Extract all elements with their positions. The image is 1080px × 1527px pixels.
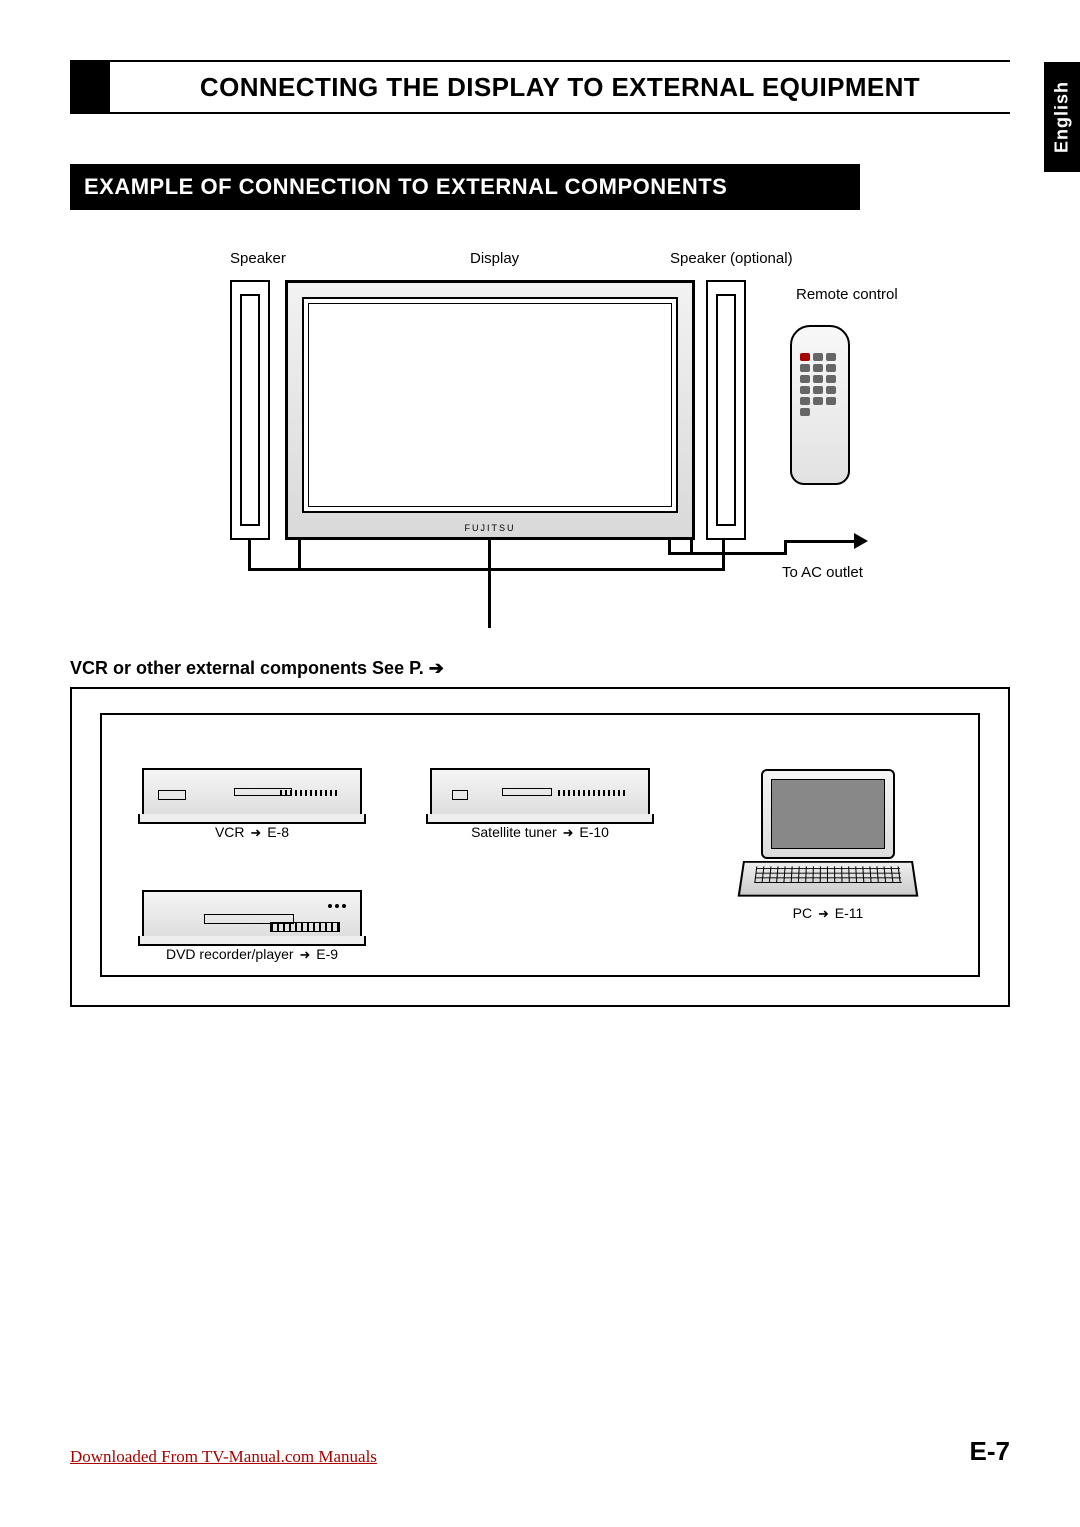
connection-diagram: Speaker Display Speaker (optional) Remot… (70, 250, 1010, 630)
arrow-right-icon (816, 905, 831, 921)
satellite-tuner-icon (430, 768, 650, 818)
display-icon: FUJITSU (285, 280, 695, 540)
title-accent-block (70, 60, 110, 114)
wire (784, 540, 854, 543)
label-speaker-left: Speaker (230, 250, 286, 268)
vcr-label: VCR E-8 (215, 824, 289, 841)
pc-label-text: PC (793, 905, 812, 921)
speaker-left-icon (230, 280, 270, 540)
download-link[interactable]: Downloaded From TV-Manual.com Manuals (70, 1447, 377, 1467)
component-vcr: VCR E-8 (120, 727, 384, 841)
label-display: Display (470, 250, 519, 268)
dvd-page-ref: E-9 (316, 946, 338, 962)
wire (248, 540, 251, 570)
display-brand: FUJITSU (465, 523, 516, 533)
wire (668, 552, 786, 555)
arrow-right-icon (854, 533, 868, 549)
manual-page: CONNECTING THE DISPLAY TO EXTERNAL EQUIP… (0, 0, 1080, 1527)
speaker-right-icon (706, 280, 746, 540)
empty-cell (408, 849, 672, 963)
satellite-page-ref: E-10 (579, 824, 609, 840)
wire (488, 540, 491, 570)
page-title-row: CONNECTING THE DISPLAY TO EXTERNAL EQUIP… (70, 60, 1010, 114)
satellite-label-text: Satellite tuner (471, 824, 557, 840)
dvd-player-icon (142, 890, 362, 940)
wire (298, 540, 301, 570)
vcr-page-ref: E-8 (267, 824, 289, 840)
components-heading: VCR or other external components See P. … (70, 658, 1010, 679)
wire (248, 568, 725, 571)
component-satellite: Satellite tuner E-10 (408, 727, 672, 841)
wire (488, 568, 491, 628)
components-grid: VCR E-8 Satellite tuner E-10 (100, 713, 980, 977)
label-ac-outlet: To AC outlet (782, 564, 863, 582)
dvd-label: DVD recorder/player E-9 (166, 946, 338, 963)
vcr-label-text: VCR (215, 824, 245, 840)
page-title: CONNECTING THE DISPLAY TO EXTERNAL EQUIP… (110, 60, 1010, 114)
page-footer: Downloaded From TV-Manual.com Manuals E-… (70, 1436, 1010, 1467)
label-remote: Remote control (796, 286, 898, 304)
satellite-label: Satellite tuner E-10 (471, 824, 609, 841)
component-pc: PC E-11 (696, 727, 960, 963)
components-frame: VCR E-8 Satellite tuner E-10 (70, 687, 1010, 1007)
arrow-right-icon (297, 946, 312, 962)
vcr-icon (142, 768, 362, 818)
label-speaker-right: Speaker (optional) (670, 250, 793, 268)
dvd-label-text: DVD recorder/player (166, 946, 294, 962)
arrow-right-icon (248, 824, 263, 840)
language-tab: English (1044, 62, 1080, 172)
component-dvd: DVD recorder/player E-9 (120, 849, 384, 963)
page-number: E-7 (970, 1436, 1010, 1467)
remote-control-icon (790, 325, 850, 485)
pc-label: PC E-11 (793, 905, 864, 922)
pc-page-ref: E-11 (835, 905, 864, 921)
wire (722, 540, 725, 570)
laptop-icon (743, 769, 913, 899)
section-title: EXAMPLE OF CONNECTION TO EXTERNAL COMPON… (70, 164, 860, 210)
wire (690, 540, 693, 554)
arrow-right-icon (561, 824, 576, 840)
